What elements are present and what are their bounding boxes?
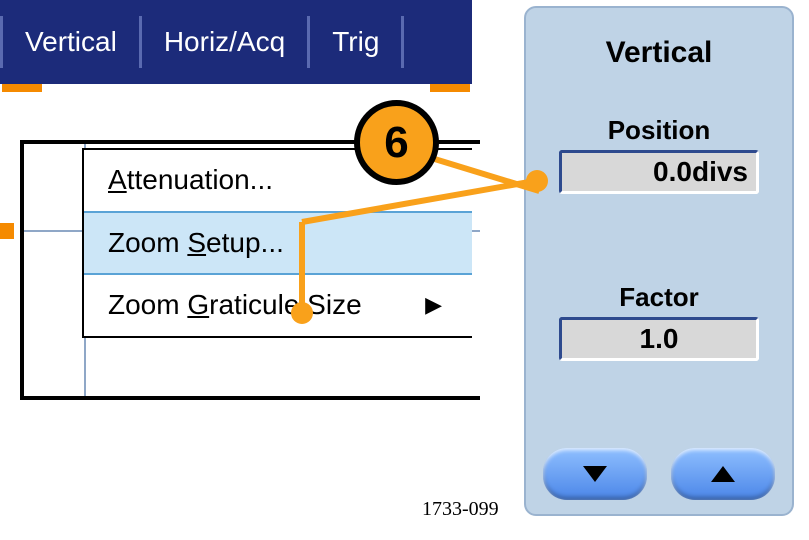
decrease-button[interactable] (543, 448, 647, 500)
factor-field: Factor 1.0 (526, 282, 792, 361)
menuitem-text: Zoom Graticule Size (108, 289, 362, 320)
reference-id: 1733-099 (422, 498, 499, 521)
menuitem-zoom-setup[interactable]: Zoom Setup... (84, 211, 472, 275)
triangle-up-icon (709, 464, 737, 484)
tab-marker (430, 84, 470, 92)
submenu-arrow-icon: ▶ (425, 292, 442, 318)
factor-value[interactable]: 1.0 (559, 317, 759, 361)
position-value[interactable]: 0.0divs (559, 150, 759, 194)
menu-item-horizacq[interactable]: Horiz/Acq (142, 26, 307, 58)
tab-marker (2, 84, 42, 92)
stepper-buttons (526, 448, 792, 500)
channel-marker (0, 223, 14, 239)
factor-label: Factor (526, 282, 792, 313)
position-field: Position 0.0divs (526, 115, 792, 194)
menuitem-zoom-graticule-size[interactable]: Zoom Graticule Size ▶ (84, 275, 472, 336)
triangle-down-icon (581, 464, 609, 484)
menu-bar: Vertical Horiz/Acq Trig (0, 0, 472, 84)
increase-button[interactable] (671, 448, 775, 500)
position-label: Position (526, 115, 792, 146)
menu-divider (401, 16, 404, 68)
callout-dot (291, 302, 313, 324)
menuitem-text: Zoom Setup... (108, 227, 284, 258)
menu-item-vertical[interactable]: Vertical (3, 26, 139, 58)
panel-title: Vertical (526, 36, 792, 70)
callout-dot (526, 170, 548, 192)
vertical-panel: Vertical Position 0.0divs Factor 1.0 (524, 6, 794, 516)
callout-number: 6 (384, 118, 408, 168)
left-pane: Vertical Horiz/Acq Trig Attenuation... Z… (0, 0, 472, 540)
menuitem-text: Attenuation... (108, 164, 273, 195)
menu-item-trig[interactable]: Trig (310, 26, 401, 58)
callout-badge: 6 (354, 100, 439, 185)
